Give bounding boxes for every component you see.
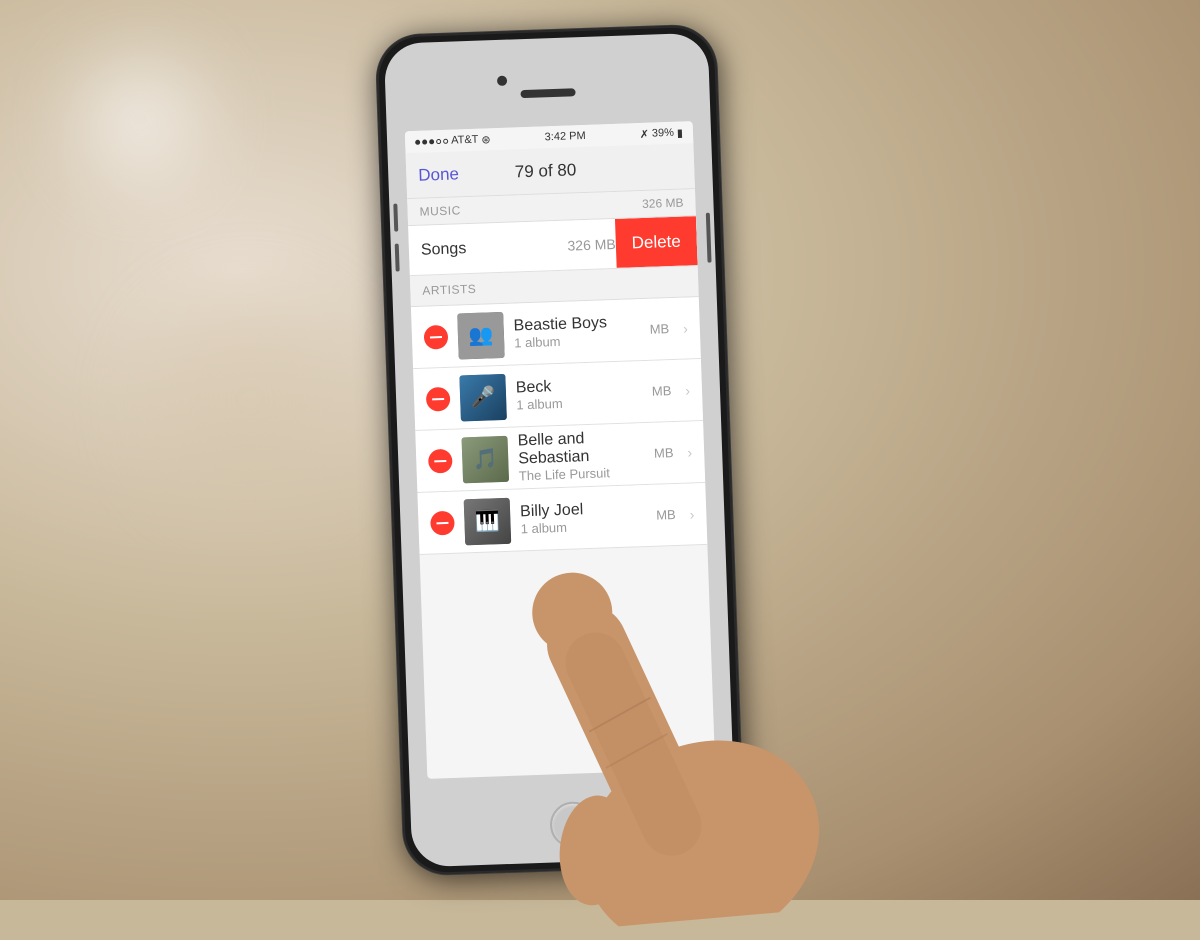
artist-info-beck: Beck 1 album <box>516 375 643 412</box>
minus-button-beck[interactable] <box>426 386 451 411</box>
hand-overlay <box>478 402 920 935</box>
volume-down-button <box>395 244 400 272</box>
artists-label: ARTISTS <box>422 282 476 298</box>
battery-percentage: 39% <box>652 127 674 140</box>
front-camera <box>497 76 507 86</box>
bokeh-1 <box>80 60 200 180</box>
artist-row-beastie-boys[interactable]: Beastie Boys 1 album MB › <box>411 297 701 369</box>
volume-up-button <box>393 204 398 232</box>
songs-row-content: Songs 326 MB <box>421 234 616 259</box>
power-button <box>706 213 712 263</box>
chevron-icon-beck: › <box>685 382 690 398</box>
artist-size-beck: MB <box>652 383 672 399</box>
bokeh-2 <box>150 300 350 500</box>
status-time: 3:42 PM <box>544 130 585 143</box>
signal-dot-2 <box>422 139 427 144</box>
artist-thumb-beastie <box>457 311 505 359</box>
wifi-icon: ⊛ <box>481 133 491 146</box>
songs-label: Songs <box>421 240 467 260</box>
hand-svg <box>478 402 920 935</box>
minus-button-belle[interactable] <box>428 448 453 473</box>
minus-button-beastie[interactable] <box>424 324 449 349</box>
chevron-icon-beastie: › <box>683 320 688 336</box>
songs-row[interactable]: Songs 326 MB Delete <box>408 216 698 276</box>
artist-size-beastie: MB <box>649 321 669 337</box>
artist-sub-beastie: 1 album <box>514 331 640 350</box>
signal-dot-1 <box>415 139 420 144</box>
artist-sub-beck: 1 album <box>516 393 642 412</box>
nav-title: 79 of 80 <box>515 160 577 182</box>
status-right: ✗ 39% ▮ <box>639 126 683 141</box>
delete-button[interactable]: Delete <box>615 216 698 268</box>
signal-dot-3 <box>429 139 434 144</box>
iphone-top-bar <box>402 49 692 127</box>
signal-dot-4 <box>436 138 441 143</box>
songs-size: 326 MB <box>567 235 616 253</box>
artist-thumb-beck <box>459 373 507 421</box>
artist-info-beastie: Beastie Boys 1 album <box>513 313 640 350</box>
signal-dot-5 <box>443 138 448 143</box>
music-size: 326 MB <box>642 196 684 211</box>
status-left: AT&T ⊛ <box>415 133 491 149</box>
nav-spacer <box>632 166 682 168</box>
minus-button-billy[interactable] <box>430 510 455 535</box>
signal-strength <box>415 138 448 144</box>
carrier-label: AT&T <box>451 134 479 147</box>
earpiece-speaker <box>520 88 575 98</box>
done-button[interactable]: Done <box>418 164 459 185</box>
bluetooth-icon: ✗ <box>639 127 649 140</box>
scene: AT&T ⊛ 3:42 PM ✗ 39% ▮ Done 79 of 8 <box>0 0 1200 900</box>
music-label: MUSIC <box>419 203 461 218</box>
battery-icon: ▮ <box>677 126 684 139</box>
